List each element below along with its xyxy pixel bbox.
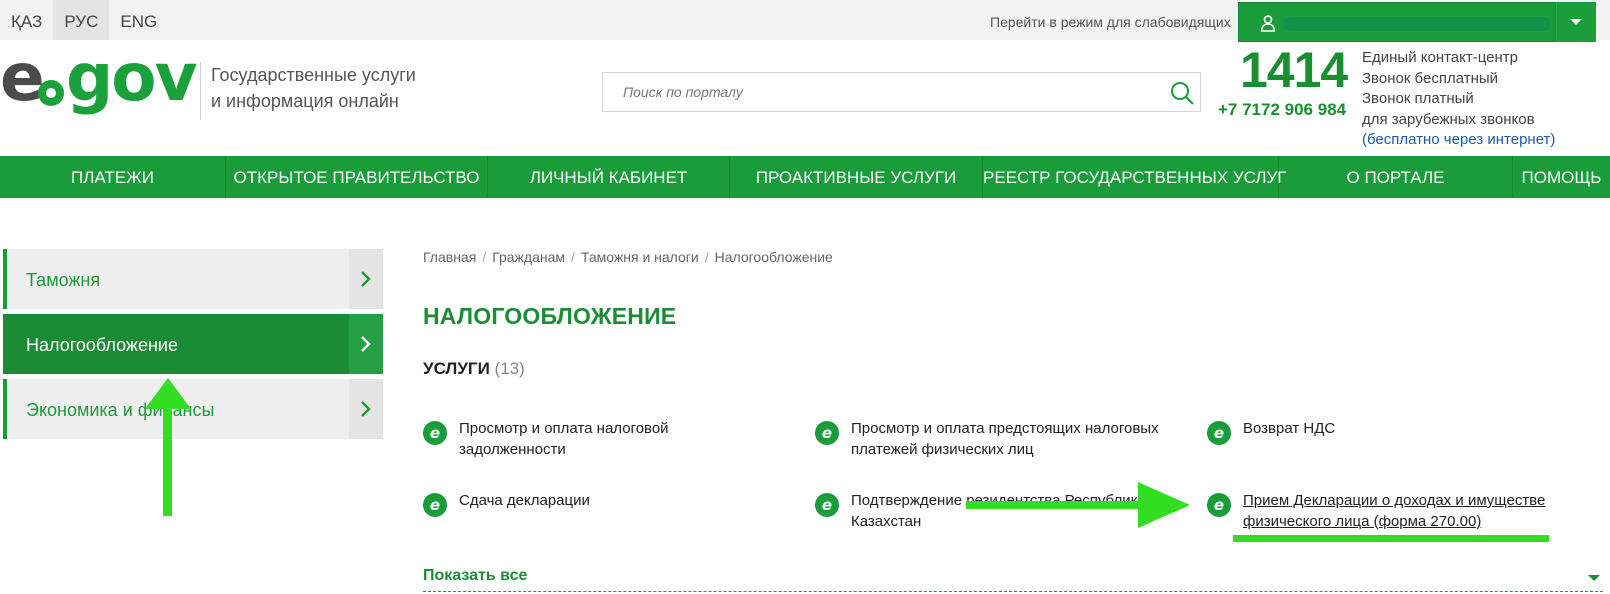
breadcrumb-citizens[interactable]: Гражданам — [492, 249, 565, 265]
user-account-button[interactable] — [1238, 2, 1556, 42]
hotline-short-number[interactable]: 1414 — [1240, 40, 1348, 100]
service-link[interactable]: Просмотр и оплата предстоящих налоговых … — [851, 419, 1181, 460]
free-internet-call-link[interactable]: (бесплатно через интернет) — [1362, 130, 1555, 151]
services-heading-label: УСЛУГИ — [423, 359, 490, 378]
lang-eng[interactable]: ENG — [109, 0, 168, 40]
service-link[interactable]: Возврат НДС — [1243, 419, 1335, 440]
service-link-declaration-270[interactable]: Прием Декларации о доходах и имуществе ф… — [1243, 491, 1573, 532]
egov-logo[interactable]: e gov — [0, 39, 198, 123]
sidebar-item-label: Налогообложение — [26, 335, 178, 355]
page-title: НАЛОГООБЛОЖЕНИЕ — [423, 303, 677, 329]
e-service-icon: e — [815, 493, 839, 517]
service-link[interactable]: Подтверждение резидентства Республики Ка… — [851, 491, 1171, 532]
chevron-right-icon — [349, 249, 383, 309]
nav-payments[interactable]: ПЛАТЕЖИ — [0, 156, 226, 198]
annotation-underline — [1233, 535, 1549, 542]
sidebar-item-label: Таможня — [26, 270, 101, 290]
search-input[interactable] — [603, 73, 1148, 111]
tagline-line-1: Государственные услуги — [211, 65, 416, 85]
search-box — [602, 72, 1201, 112]
e-service-icon: e — [423, 421, 447, 445]
nav-personal-account[interactable]: ЛИЧНЫЙ КАБИНЕТ — [488, 156, 730, 198]
nav-proactive-services[interactable]: ПРОАКТИВНЫЕ УСЛУГИ — [730, 156, 983, 198]
e-service-icon: e — [815, 421, 839, 445]
user-name-redacted — [1283, 17, 1551, 31]
main-navigation: ПЛАТЕЖИ ОТКРЫТОЕ ПРАВИТЕЛЬСТВО ЛИЧНЫЙ КА… — [0, 156, 1610, 198]
service-link[interactable]: Просмотр и оплата налоговой задолженност… — [459, 419, 773, 460]
contact-line: Звонок платный — [1362, 90, 1474, 108]
breadcrumb-taxation: Налогообложение — [714, 249, 833, 265]
lang-kaz[interactable]: ҚАЗ — [0, 0, 53, 40]
tagline-line-2: и информация онлайн — [211, 91, 399, 111]
sidebar-item-economy-finance[interactable]: Экономика и финансы — [3, 379, 383, 439]
hotline-long-number[interactable]: +7 7172 906 984 — [1218, 100, 1346, 120]
contact-center-info: Единый контакт-центр Звонок бесплатный З… — [1362, 48, 1555, 151]
services-heading: УСЛУГИ (13) — [423, 359, 525, 379]
show-all-services-link[interactable]: Показать все — [423, 567, 527, 585]
expand-chevron-down-icon[interactable] — [1588, 575, 1600, 581]
language-switcher: ҚАЗ РУС ENG — [0, 0, 168, 40]
breadcrumb-customs-taxes[interactable]: Таможня и налоги — [581, 249, 699, 265]
search-icon[interactable] — [1169, 80, 1195, 106]
contact-line: Звонок бесплатный — [1362, 69, 1499, 87]
low-vision-mode-link[interactable]: Перейти в режим для слабовидящих — [990, 0, 1231, 44]
sidebar-item-label: Экономика и финансы — [26, 400, 215, 420]
contact-line: для зарубежных звонков — [1362, 110, 1535, 128]
e-service-icon: e — [423, 493, 447, 517]
nav-services-registry[interactable]: РЕЕСТР ГОСУДАРСТВЕННЫХ УСЛУГ — [983, 156, 1287, 198]
user-icon — [1261, 15, 1275, 32]
breadcrumb: Главная / Гражданам / Таможня и налоги / Налог… — [423, 249, 833, 265]
user-menu-chevron-down-icon[interactable] — [1556, 2, 1596, 42]
nav-open-government[interactable]: ОТКРЫТОЕ ПРАВИТЕЛЬСТВО — [226, 156, 488, 198]
chevron-right-icon — [349, 314, 383, 374]
sidebar-item-customs[interactable]: Таможня — [3, 249, 383, 309]
chevron-right-icon — [349, 379, 383, 439]
nav-help[interactable]: ПОМОЩЬ — [1513, 156, 1610, 198]
e-service-icon: e — [1207, 421, 1231, 445]
service-link[interactable]: Сдача декларации — [459, 491, 590, 512]
lang-rus[interactable]: РУС — [53, 0, 110, 40]
breadcrumb-home[interactable]: Главная — [423, 249, 476, 265]
contact-line: Единый контакт-центр — [1362, 49, 1519, 66]
sidebar-item-taxation[interactable]: Налогообложение — [3, 314, 383, 374]
e-service-icon: e — [1207, 493, 1231, 517]
nav-about-portal[interactable]: О ПОРТАЛЕ — [1279, 156, 1513, 198]
site-tagline: Государственные услуги и информация онла… — [200, 62, 440, 120]
divider — [423, 591, 1603, 592]
services-count: (13) — [494, 359, 525, 378]
